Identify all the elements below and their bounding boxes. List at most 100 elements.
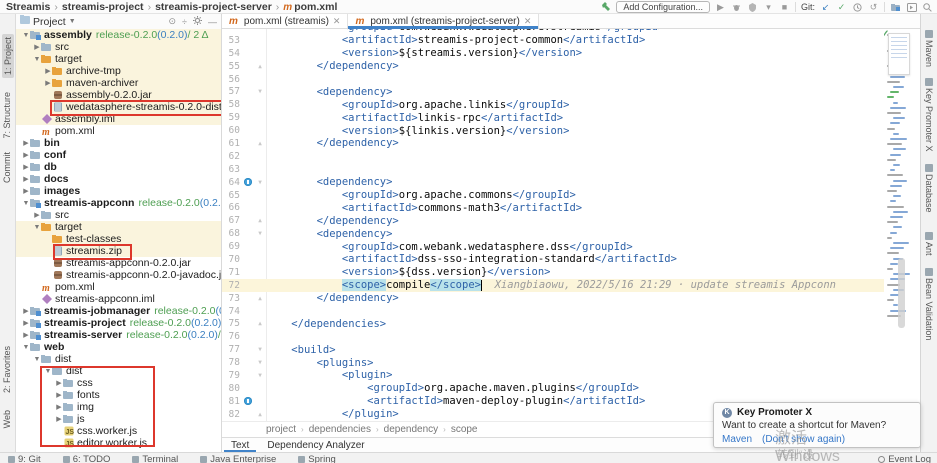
breadcrumb-item[interactable]: streamis-project-server <box>155 1 272 13</box>
tree-expander-icon[interactable]: ▼ <box>22 344 30 351</box>
tree-expander-icon[interactable]: ▶ <box>22 175 30 183</box>
tree-item-img[interactable]: ▶img <box>16 401 221 413</box>
debug-icon[interactable] <box>731 2 742 13</box>
tree-expander-icon[interactable]: ▼ <box>33 56 41 63</box>
fold-marker-icon[interactable]: ▲ <box>254 63 266 70</box>
tree-item-streamis-server[interactable]: ▶streamis-serverrelease-0.2.0 (0.2.0) / … <box>16 329 221 341</box>
tree-item-streamis-jobmanager[interactable]: ▶streamis-jobmanagerrelease-0.2.0 (0.2.0… <box>16 305 221 317</box>
tree-expander-icon[interactable]: ▼ <box>44 368 52 375</box>
editor-scrollbar[interactable] <box>898 258 905 328</box>
status-item-terminal[interactable]: Terminal <box>132 454 178 463</box>
fold-marker-icon[interactable]: ▲ <box>254 140 266 147</box>
fold-marker-icon[interactable]: ▼ <box>254 372 266 379</box>
fold-marker-icon[interactable]: ▲ <box>254 295 266 302</box>
code-line-75[interactable]: 75▲ </dependencies> <box>222 317 920 330</box>
code-editor[interactable]: <groupId>com.webank.wedatasphere.streami… <box>222 29 920 421</box>
tree-item-fonts[interactable]: ▶fonts <box>16 389 221 401</box>
close-icon[interactable]: ✕ <box>333 16 341 27</box>
tree-item-target[interactable]: ▼target <box>16 221 221 233</box>
tree-expander-icon[interactable]: ▼ <box>22 32 30 39</box>
collapse-all-icon[interactable]: ÷ <box>182 17 187 27</box>
tree-expander-icon[interactable]: ▼ <box>22 200 30 207</box>
breadcrumb-item[interactable]: Streamis <box>6 1 50 13</box>
tree-expander-icon[interactable]: ▶ <box>55 415 63 423</box>
code-line-64[interactable]: 64▼ <dependency> <box>222 176 920 189</box>
tree-expander-icon[interactable]: ▶ <box>44 79 52 87</box>
status-item-spring[interactable]: Spring <box>298 454 335 463</box>
code-line-79[interactable]: 79▼ <plugin> <box>222 369 920 382</box>
xml-breadcrumb-scope[interactable]: scope <box>451 424 478 435</box>
tree-item-streamis-appconn-0-2-0-jar[interactable]: streamis-appconn-0.2.0.jar <box>16 257 221 269</box>
notification-link--don-t-show-again-[interactable]: (Don't show again) <box>762 434 845 445</box>
tree-expander-icon[interactable]: ▶ <box>22 163 30 171</box>
fold-marker-icon[interactable]: ▼ <box>254 179 266 186</box>
tree-item-dist[interactable]: ▼dist <box>16 353 221 365</box>
tree-item-assembly[interactable]: ▼assemblyrelease-0.2.0 (0.2.0) / 2 Δ <box>16 29 221 41</box>
fold-marker-icon[interactable]: ▼ <box>254 88 266 95</box>
code-line-78[interactable]: 78▼ <plugins> <box>222 356 920 369</box>
search-everywhere-icon[interactable] <box>922 2 933 13</box>
code-line-55[interactable]: 55▲ </dependency> <box>222 60 920 73</box>
editor-tab-pom-xml-streamis-[interactable]: mpom.xml (streamis)✕ <box>222 14 348 28</box>
project-panel-title[interactable]: Project <box>33 16 66 28</box>
code-line-60[interactable]: 60 <version>${linkis.version}</version> <box>222 124 920 137</box>
tree-item-dist[interactable]: ▼dist <box>16 365 221 377</box>
tree-expander-icon[interactable]: ▶ <box>55 391 63 399</box>
breadcrumb-item[interactable]: streamis-project <box>62 1 144 13</box>
code-line-65[interactable]: 65 <groupId>org.apache.commons</groupId> <box>222 189 920 202</box>
tree-item-streamis-appconn-iml[interactable]: streamis-appconn.iml <box>16 293 221 305</box>
tree-expander-icon[interactable]: ▼ <box>33 224 41 231</box>
bottom-tab-dependency-analyzer[interactable]: Dependency Analyzer <box>258 438 373 452</box>
code-line-57[interactable]: 57▼ <dependency> <box>222 85 920 98</box>
run-anything-icon[interactable] <box>906 2 917 13</box>
tree-item-target[interactable]: ▼target <box>16 53 221 65</box>
tool-button--favorites[interactable]: 2: Favorites <box>2 346 12 393</box>
code-line-70[interactable]: 70 <artifactId>dss-sso-integration-stand… <box>222 253 920 266</box>
tree-expander-icon[interactable]: ▶ <box>33 43 41 51</box>
code-line-59[interactable]: 59 <artifactId>linkis-rpc</artifactId> <box>222 111 920 124</box>
tree-item-src[interactable]: ▶src <box>16 209 221 221</box>
breadcrumb-item[interactable]: mpom.xml <box>283 1 337 13</box>
tree-expander-icon[interactable]: ▶ <box>55 403 63 411</box>
code-line-63[interactable]: 63 <box>222 163 920 176</box>
status-item--git[interactable]: 9: Git <box>8 454 41 463</box>
tree-expander-icon[interactable]: ▶ <box>33 211 41 219</box>
notification-link-maven[interactable]: Maven <box>722 434 752 445</box>
tree-item-docs[interactable]: ▶docs <box>16 173 221 185</box>
tree-item-editor-worker-js[interactable]: JSeditor.worker.js <box>16 437 221 449</box>
tree-expander-icon[interactable]: ▶ <box>22 139 30 147</box>
coverage-icon[interactable] <box>747 2 758 13</box>
fold-marker-icon[interactable]: ▼ <box>254 346 266 353</box>
tool-button-commit[interactable]: Commit <box>2 152 12 183</box>
close-icon[interactable]: ✕ <box>524 16 532 27</box>
tree-item-wedatasphere-streamis-0-2-0-dist-tar-gz[interactable]: wedatasphere-streamis-0.2.0-dist.tar.gz <box>16 101 221 113</box>
tree-expander-icon[interactable]: ▶ <box>44 67 52 75</box>
bottom-tab-text[interactable]: Text <box>222 438 258 452</box>
editor-minimap[interactable]: ✓ <box>884 29 920 421</box>
fold-marker-icon[interactable]: ▼ <box>254 359 266 366</box>
code-line-71[interactable]: 71 <version>${dss.version}</version> <box>222 266 920 279</box>
tree-expander-icon[interactable]: ▶ <box>22 331 30 339</box>
tool-button-ant[interactable]: Ant <box>924 230 934 256</box>
stop-icon[interactable]: ■ <box>779 2 790 13</box>
tool-button-maven[interactable]: Maven <box>924 28 934 67</box>
tree-expander-icon[interactable]: ▶ <box>22 187 30 195</box>
tree-item-js[interactable]: ▶js <box>16 413 221 425</box>
tree-item-streamis-zip[interactable]: streamis.zip <box>16 245 221 257</box>
tree-item-css-worker-js[interactable]: JScss.worker.js <box>16 425 221 437</box>
code-line-74[interactable]: 74 <box>222 305 920 318</box>
editor-tab-pom-xml-streamis-project-server-[interactable]: mpom.xml (streamis-project-server)✕ <box>348 14 539 28</box>
tree-expander-icon[interactable]: ▶ <box>22 307 30 315</box>
tree-item-assembly-0-2-0-jar[interactable]: assembly-0.2.0.jar <box>16 89 221 101</box>
tree-item-conf[interactable]: ▶conf <box>16 149 221 161</box>
tree-item-archive-tmp[interactable]: ▶archive-tmp <box>16 65 221 77</box>
tree-expander-icon[interactable]: ▼ <box>33 356 41 363</box>
tree-item-streamis-appconn-0-2-0-javadoc-jar[interactable]: streamis-appconn-0.2.0-javadoc.jar <box>16 269 221 281</box>
code-line-56[interactable]: 56 <box>222 73 920 86</box>
hide-panel-icon[interactable]: — <box>208 17 217 27</box>
code-line-58[interactable]: 58 <groupId>org.apache.linkis</groupId> <box>222 98 920 111</box>
history-icon[interactable] <box>852 2 863 13</box>
run-icon[interactable]: ▶ <box>715 2 726 13</box>
tree-item-test-classes[interactable]: test-classes <box>16 233 221 245</box>
tree-item-css[interactable]: ▶css <box>16 377 221 389</box>
